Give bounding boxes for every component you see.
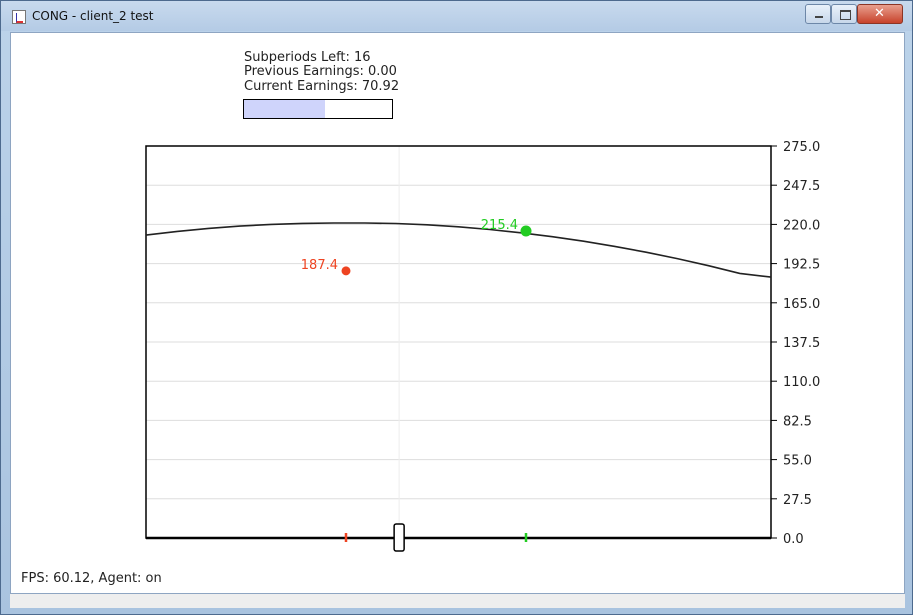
maximize-icon — [840, 10, 851, 20]
title-bar[interactable]: CONG - client_2 test ✕ — [1, 1, 912, 31]
strategy-slider-handle[interactable] — [393, 523, 405, 552]
y-tick-label: 247.5 — [783, 179, 820, 194]
window-bottom-border — [10, 594, 905, 608]
y-tick-label: 110.0 — [783, 375, 820, 390]
java-app-icon — [12, 10, 26, 24]
game-canvas[interactable]: Subperiods Left: 16 Previous Earnings: 0… — [10, 32, 905, 594]
close-icon: ✕ — [874, 6, 885, 21]
y-tick-label: 220.0 — [783, 218, 820, 233]
y-tick-label: 165.0 — [783, 297, 820, 312]
fps-agent-status: FPS: 60.12, Agent: on — [21, 571, 162, 586]
window-title: CONG - client_2 test — [32, 9, 154, 23]
minimize-button[interactable] — [805, 4, 831, 24]
maximize-button[interactable] — [831, 4, 857, 24]
y-tick-label: 27.5 — [783, 493, 812, 508]
y-tick-label: 55.0 — [783, 454, 812, 469]
red-player-marker — [341, 266, 351, 276]
y-tick-label: 192.5 — [783, 258, 820, 273]
payoff-chart[interactable]: 275.0 247.5 220.0 192.5 165.0 137.5 110.0 82.5 5… — [11, 33, 904, 593]
y-tick-label: 82.5 — [783, 414, 812, 429]
application-window: CONG - client_2 test ✕ Subperiods Left: … — [0, 0, 913, 615]
y-tick-label: 137.5 — [783, 336, 820, 351]
y-tick-label: 275.0 — [783, 140, 820, 155]
close-button[interactable]: ✕ — [857, 4, 903, 24]
green-player-value-label: 215.4 — [481, 218, 518, 233]
y-tick-label: 0.0 — [783, 532, 804, 547]
payoff-curve — [145, 222, 772, 278]
red-player-value-label: 187.4 — [301, 258, 338, 273]
green-player-marker — [520, 225, 532, 237]
minimize-icon — [815, 16, 823, 18]
